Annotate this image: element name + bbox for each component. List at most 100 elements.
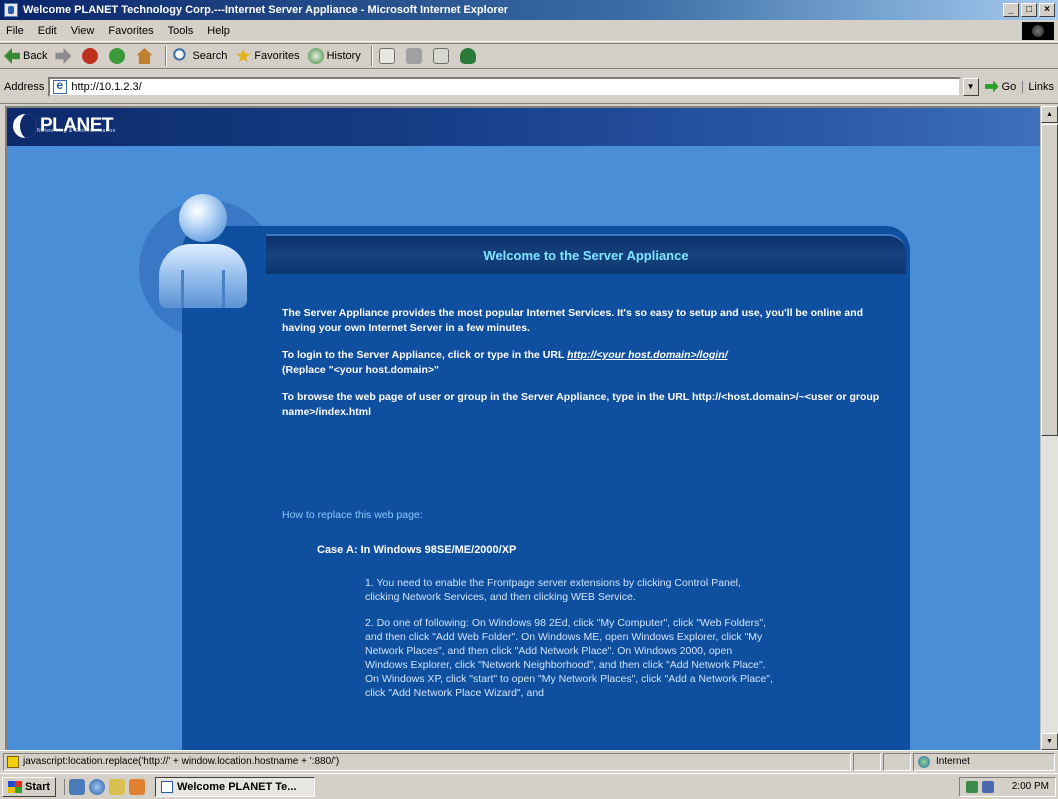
brand-tagline: Networking & Communication bbox=[37, 128, 116, 134]
step-2: 2. Do one of following: On Windows 98 2E… bbox=[365, 617, 773, 699]
internet-zone-icon bbox=[918, 755, 930, 768]
zone-label: Internet bbox=[936, 756, 970, 767]
intro-paragraph: The Server Appliance provides the most p… bbox=[282, 307, 864, 334]
address-url: http://10.1.2.3/ bbox=[71, 80, 142, 93]
windows-logo-icon bbox=[8, 780, 22, 793]
case-a-heading: Case A: In Windows 98SE/ME/2000/XP bbox=[317, 544, 517, 556]
ie-window-icon bbox=[161, 780, 174, 793]
security-zone: Internet bbox=[913, 752, 1055, 771]
status-cell bbox=[853, 752, 881, 771]
edit-icon bbox=[432, 48, 449, 64]
toolbar-separator bbox=[370, 46, 373, 66]
maximize-button[interactable]: □ bbox=[1021, 3, 1037, 17]
stop-button[interactable] bbox=[82, 48, 101, 64]
mail-button[interactable] bbox=[378, 48, 398, 64]
edit-button[interactable] bbox=[432, 48, 452, 64]
favorites-label: Favorites bbox=[254, 50, 300, 62]
favorites-button[interactable]: Favorites bbox=[235, 48, 300, 64]
search-icon bbox=[173, 48, 190, 64]
login-url-link[interactable]: http://<your host.domain>/login/ bbox=[567, 349, 727, 361]
address-input[interactable]: http://10.1.2.3/ bbox=[48, 76, 961, 97]
volume-tray-icon[interactable] bbox=[981, 780, 994, 793]
system-tray: 2:00 PM bbox=[958, 776, 1056, 797]
vertical-scrollbar[interactable]: ▲ ▼ bbox=[1040, 106, 1058, 750]
back-label: Back bbox=[23, 50, 48, 62]
show-desktop-icon[interactable] bbox=[69, 778, 86, 795]
ie-quicklaunch-icon[interactable] bbox=[89, 778, 106, 795]
media-player-icon[interactable] bbox=[129, 778, 146, 795]
user-avatar-icon bbox=[157, 194, 249, 309]
menu-file[interactable]: File bbox=[6, 25, 24, 37]
messenger-button[interactable] bbox=[459, 48, 479, 64]
instruction-steps: 1. You need to enable the Frontpage serv… bbox=[365, 576, 775, 712]
history-button[interactable]: History bbox=[307, 48, 361, 64]
network-tray-icon[interactable] bbox=[965, 780, 978, 793]
window-controls: _ □ × bbox=[1003, 3, 1055, 17]
taskbar-ie-window[interactable]: Welcome PLANET Te... bbox=[155, 776, 316, 797]
page-viewport: PLANET Networking & Communication Welcom… bbox=[5, 106, 1040, 750]
ie-throbber-icon bbox=[1022, 22, 1054, 40]
links-button[interactable]: Links bbox=[1022, 80, 1054, 93]
status-message: javascript:location.replace('http://' + … bbox=[23, 756, 340, 767]
internet-explorer-icon bbox=[4, 3, 18, 17]
welcome-content: The Server Appliance provides the most p… bbox=[282, 306, 882, 432]
planet-logo[interactable]: PLANET bbox=[13, 114, 114, 138]
back-arrow-icon bbox=[4, 48, 20, 64]
search-button[interactable]: Search bbox=[173, 48, 227, 64]
menu-help[interactable]: Help bbox=[207, 25, 230, 37]
window-title: Welcome PLANET Technology Corp.---Intern… bbox=[23, 4, 509, 16]
menu-edit[interactable]: Edit bbox=[38, 25, 57, 37]
go-arrow-icon bbox=[984, 80, 999, 93]
login-paragraph: To login to the Server Appliance, click … bbox=[282, 348, 882, 378]
messenger-icon bbox=[459, 48, 476, 64]
back-button[interactable]: Back bbox=[4, 48, 47, 64]
menu-favorites[interactable]: Favorites bbox=[108, 25, 153, 37]
planet-logo-icon bbox=[13, 114, 37, 138]
favorites-icon bbox=[235, 48, 252, 63]
start-label: Start bbox=[25, 780, 51, 793]
scroll-down-button[interactable]: ▼ bbox=[1041, 733, 1058, 750]
go-button[interactable]: Go bbox=[984, 80, 1017, 93]
menu-bar: File Edit View Favorites Tools Help bbox=[0, 20, 1058, 42]
address-label: Address bbox=[4, 80, 45, 93]
menu-tools[interactable]: Tools bbox=[168, 25, 194, 37]
quick-launch bbox=[64, 778, 149, 795]
status-message-area: javascript:location.replace('http://' + … bbox=[3, 752, 851, 771]
page-icon bbox=[53, 78, 68, 94]
history-icon bbox=[307, 48, 324, 64]
address-dropdown-button[interactable]: ▼ bbox=[962, 77, 979, 96]
mail-icon bbox=[378, 48, 395, 64]
page-status-icon bbox=[7, 755, 19, 768]
task-label: Welcome PLANET Te... bbox=[177, 780, 297, 793]
start-button[interactable]: Start bbox=[2, 776, 57, 797]
refresh-icon bbox=[109, 48, 126, 64]
refresh-button[interactable] bbox=[109, 48, 128, 64]
print-button[interactable] bbox=[405, 48, 425, 64]
search-label: Search bbox=[192, 50, 228, 62]
print-icon bbox=[405, 48, 422, 64]
outlook-quicklaunch-icon[interactable] bbox=[109, 778, 126, 795]
howto-heading: How to replace this web page: bbox=[282, 509, 423, 521]
minimize-button[interactable]: _ bbox=[1003, 3, 1019, 17]
stop-icon bbox=[82, 48, 99, 64]
browse-paragraph: To browse the web page of user or group … bbox=[282, 391, 880, 418]
clock[interactable]: 2:00 PM bbox=[1012, 781, 1049, 792]
panel-header: Welcome to the Server Appliance bbox=[266, 234, 906, 274]
home-button[interactable] bbox=[136, 48, 155, 64]
planet-banner: PLANET Networking & Communication bbox=[7, 108, 1040, 146]
go-label: Go bbox=[1001, 80, 1017, 93]
panel-title: Welcome to the Server Appliance bbox=[483, 247, 689, 263]
scroll-thumb[interactable] bbox=[1041, 124, 1058, 436]
address-bar: Address http://10.1.2.3/ ▼ Go Links bbox=[0, 70, 1058, 104]
avatar-body bbox=[159, 244, 247, 308]
step-1: 1. You need to enable the Frontpage serv… bbox=[365, 577, 741, 603]
window-titlebar[interactable]: Welcome PLANET Technology Corp.---Intern… bbox=[0, 0, 1058, 20]
close-button[interactable]: × bbox=[1039, 3, 1055, 17]
forward-button[interactable] bbox=[55, 48, 74, 64]
status-cell bbox=[883, 752, 911, 771]
forward-arrow-icon bbox=[55, 48, 72, 64]
welcome-panel: Welcome to the Server Appliance The Serv… bbox=[182, 226, 910, 750]
scroll-up-button[interactable]: ▲ bbox=[1041, 106, 1058, 123]
menu-view[interactable]: View bbox=[71, 25, 95, 37]
home-icon bbox=[136, 48, 153, 64]
